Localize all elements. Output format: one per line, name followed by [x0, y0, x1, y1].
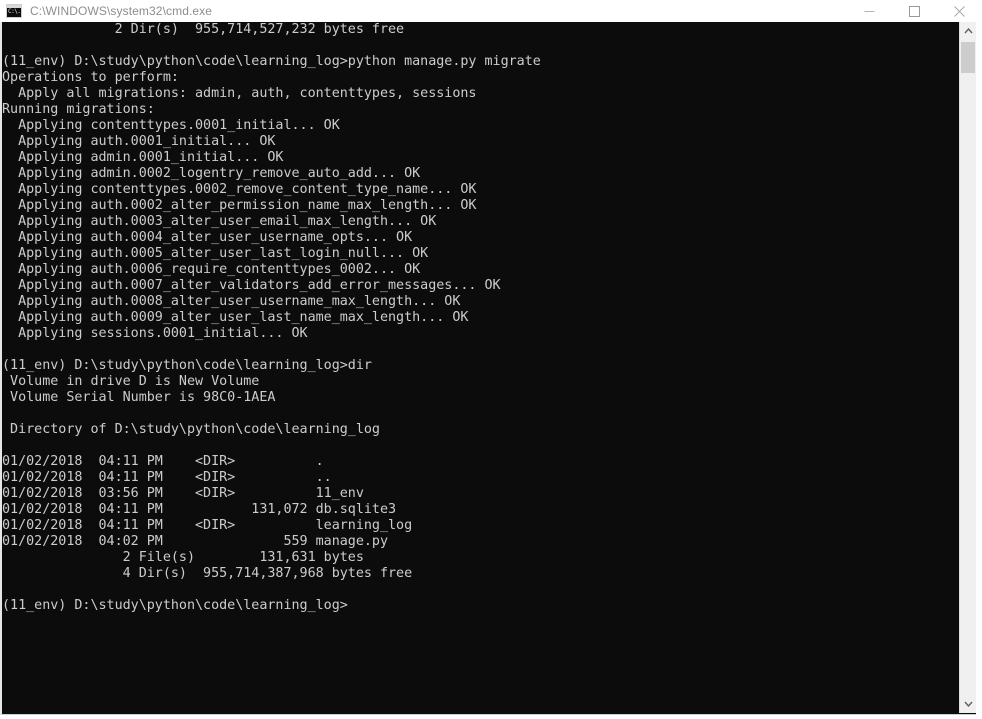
window-right-edge	[976, 22, 982, 715]
minimize-icon	[864, 10, 875, 12]
vertical-scrollbar[interactable]	[959, 22, 976, 713]
title-bar[interactable]: C:\. C:\WINDOWS\system32\cmd.exe	[0, 0, 982, 22]
window-controls	[847, 0, 982, 22]
chevron-up-icon	[963, 28, 973, 34]
console-text: 2 Dir(s) 955,714,527,232 bytes free (11_…	[2, 22, 541, 613]
scroll-up-arrow-icon[interactable]	[960, 22, 976, 40]
chevron-down-icon	[963, 701, 973, 707]
cmd-window: C:\. C:\WINDOWS\system32\cmd.exe 2 Dir(s…	[0, 0, 982, 719]
close-icon	[954, 5, 965, 17]
cmd-console-icon: C:\.	[6, 4, 22, 18]
window-title: C:\WINDOWS\system32\cmd.exe	[30, 4, 213, 18]
window-bottom-edge	[0, 715, 982, 719]
scroll-down-arrow-icon[interactable]	[960, 695, 976, 713]
scrollbar-thumb[interactable]	[961, 42, 975, 73]
maximize-button[interactable]	[892, 0, 937, 22]
cmd-icon-glyph: C:\.	[8, 8, 21, 15]
minimize-button[interactable]	[847, 0, 892, 22]
maximize-icon	[909, 5, 920, 17]
close-button[interactable]	[937, 0, 982, 22]
console-output-area[interactable]: 2 Dir(s) 955,714,527,232 bytes free (11_…	[0, 22, 982, 715]
